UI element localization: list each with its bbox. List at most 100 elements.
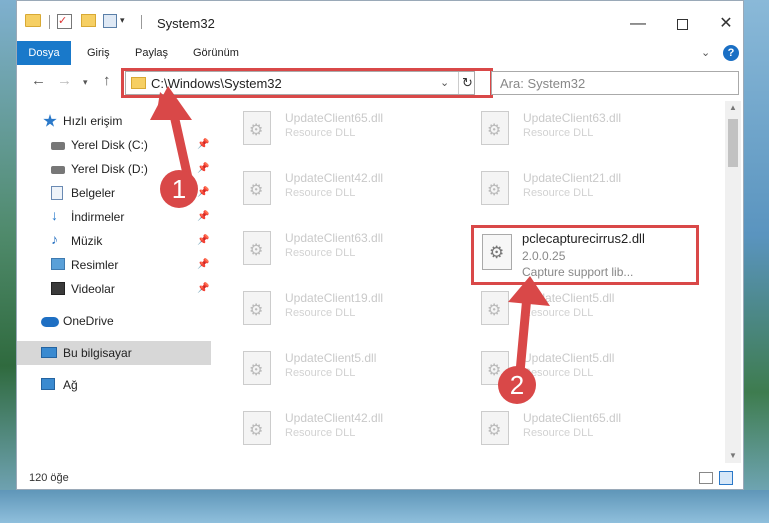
dll-file-icon [481,411,509,445]
recent-locations-dropdown-icon[interactable]: ▾ [83,77,88,88]
file-item[interactable]: UpdateClient65.dll Resource DLL [469,403,689,457]
file-description: Resource DLL [523,307,594,319]
dll-file-icon [243,351,271,385]
tab-view[interactable]: Görünüm [183,41,249,65]
file-name: UpdateClient21.dll [523,171,622,185]
nav-label: Yerel Disk (C:) [71,138,148,152]
nav-item-pictures[interactable]: Resimler 📌 [17,253,211,277]
drive-icon [51,142,65,150]
video-icon [51,282,65,295]
address-highlight-box [121,68,493,98]
file-item[interactable]: UpdateClient65.dll Resource DLL [231,103,451,157]
drive-icon [51,166,65,174]
ribbon-expand-icon[interactable]: ⌄ [701,46,710,59]
ribbon-tabs: Dosya Giriş Paylaş Görünüm ⌄ ? [17,41,743,65]
navigation-pane: Hızlı erişim Yerel Disk (C:) 📌 Yerel Dis… [17,101,213,463]
search-placeholder: Ara: System32 [500,76,586,91]
address-row: ← → ▾ ↑ C:\Windows\System32 ⌄ ↻ Ara: Sys… [17,67,743,99]
pin-icon[interactable]: 📌 [197,259,209,270]
pin-icon[interactable]: 📌 [197,211,209,222]
nav-label: OneDrive [63,314,114,328]
file-description: Resource DLL [523,427,594,439]
new-folder-icon[interactable] [81,14,96,27]
maximize-button[interactable] [667,11,697,37]
dll-file-icon [243,411,271,445]
pin-icon[interactable]: 📌 [197,163,209,174]
file-item[interactable]: UpdateClient42.dll Resource DLL [231,163,451,217]
file-name: UpdateClient63.dll [285,231,384,245]
file-item[interactable]: UpdateClient63.dll Resource DLL [231,223,451,277]
file-item[interactable]: UpdateClient42.dll Resource DLL [231,403,451,457]
star-icon [43,114,57,127]
file-item[interactable]: UpdateClient21.dll Resource DLL [469,163,689,217]
forward-button[interactable]: → [57,72,72,89]
file-description: Resource DLL [285,427,356,439]
nav-label: Müzik [71,234,103,248]
nav-label: Yerel Disk (D:) [71,162,148,176]
back-button[interactable]: ← [31,72,46,89]
dll-file-icon [243,291,271,325]
up-button[interactable]: ↑ [103,72,111,89]
file-name: UpdateClient63.dll [523,111,622,125]
window-title: System32 [157,16,215,31]
tab-share[interactable]: Paylaş [125,41,178,65]
pin-icon[interactable]: 📌 [197,187,209,198]
dll-file-icon [481,291,509,325]
cloud-icon [41,317,59,327]
nav-item-network[interactable]: Ağ [17,373,211,397]
scroll-up-icon[interactable]: ▲ [729,103,737,112]
file-item[interactable]: UpdateClient5.dll Resource DLL [469,283,689,337]
pictures-icon [51,258,65,270]
pin-icon[interactable]: 📌 [197,235,209,246]
properties-icon[interactable] [103,14,117,28]
pin-icon[interactable]: 📌 [197,283,209,294]
help-button[interactable]: ? [723,45,739,61]
file-list: UpdateClient65.dll Resource DLL UpdateCl… [223,101,723,463]
large-icons-view-icon[interactable] [719,471,733,485]
explorer-window: ✓ ▾ System32 — ✕ Dosya Giriş Paylaş Görü… [16,0,744,490]
scroll-down-icon[interactable]: ▼ [729,451,737,460]
computer-icon [41,347,57,358]
dll-file-icon [481,171,509,205]
file-item[interactable]: UpdateClient19.dll Resource DLL [231,283,451,337]
file-item[interactable]: UpdateClient5.dll Resource DLL [231,343,451,397]
nav-item-local-disk-c[interactable]: Yerel Disk (C:) 📌 [17,133,211,157]
nav-item-this-pc[interactable]: Bu bilgisayar [17,341,211,365]
folder-icon[interactable] [25,14,41,27]
vertical-scrollbar[interactable]: ▲ ▼ [725,101,741,463]
file-name: UpdateClient5.dll [523,291,615,305]
dll-file-icon [481,111,509,145]
file-description: Resource DLL [285,247,356,259]
file-name: UpdateClient65.dll [285,111,384,125]
file-name: pclecapturecirrus2.dll [522,231,645,246]
nav-label: Bu bilgisayar [63,346,132,360]
network-icon [41,378,55,390]
nav-label: Resimler [71,258,119,272]
file-name: UpdateClient65.dll [523,411,622,425]
file-description: Capture support lib... [522,265,634,279]
file-name: UpdateClient19.dll [285,291,384,305]
close-button[interactable]: ✕ [711,11,741,37]
highlighted-file-item[interactable]: pclecapturecirrus2.dll 2.0.0.25 Capture … [471,225,699,285]
nav-item-quick-access[interactable]: Hızlı erişim [17,109,211,133]
quick-access-dropdown-icon[interactable]: ▾ [120,15,125,26]
search-input[interactable]: Ara: System32 [491,71,739,95]
tab-file[interactable]: Dosya [17,41,71,65]
file-version: 2.0.0.25 [522,249,566,263]
nav-item-music[interactable]: ♪ Müzik 📌 [17,229,211,253]
properties-check-icon[interactable]: ✓ [57,14,72,29]
nav-item-onedrive[interactable]: OneDrive [17,309,211,333]
nav-label: Belgeler [71,186,116,200]
nav-item-downloads[interactable]: ↓ İndirmeler 📌 [17,205,211,229]
file-description: Resource DLL [285,187,356,199]
nav-label: İndirmeler [71,210,125,224]
title-bar: ✓ ▾ System32 — ✕ [17,1,743,41]
details-view-icon[interactable] [699,472,713,484]
file-item[interactable]: UpdateClient63.dll Resource DLL [469,103,689,157]
pin-icon[interactable]: 📌 [197,139,209,150]
tab-home[interactable]: Giriş [77,41,120,65]
file-name: UpdateClient5.dll [285,351,377,365]
nav-item-videos[interactable]: Videolar 📌 [17,277,211,301]
minimize-button[interactable]: — [623,11,653,37]
scroll-thumb[interactable] [728,119,738,167]
